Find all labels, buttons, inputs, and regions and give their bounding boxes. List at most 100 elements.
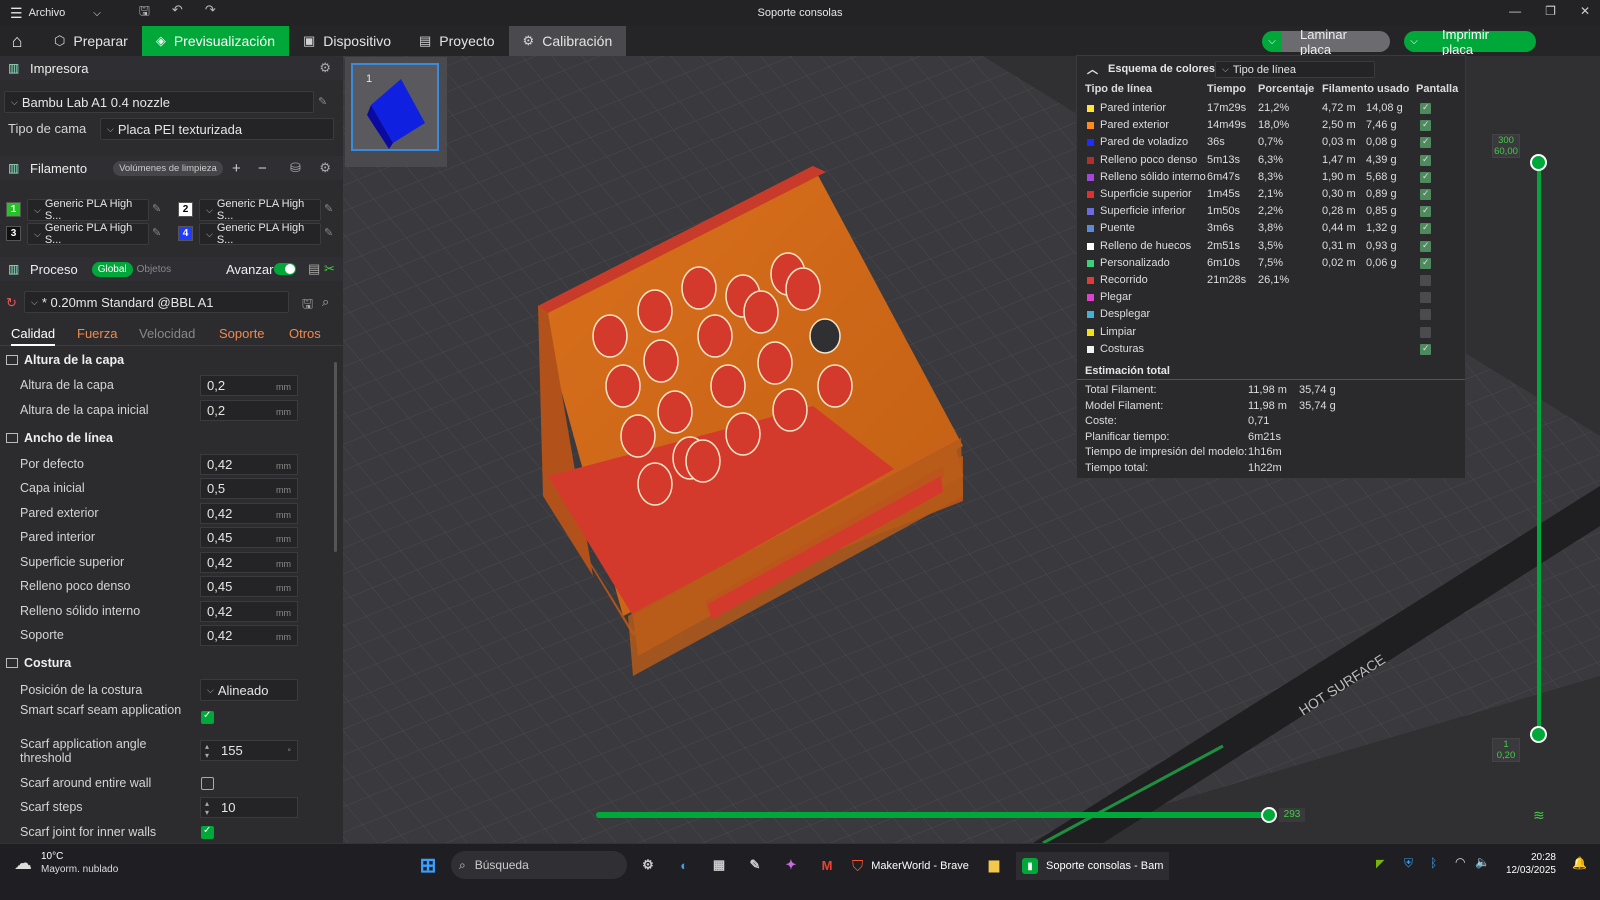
slice-plate-button[interactable]: ⌵ Laminar placa	[1262, 27, 1390, 57]
move-slider-thumb[interactable]	[1261, 807, 1277, 823]
filament-slot-select[interactable]: ⌵ Generic PLA High S...	[27, 222, 149, 246]
setting-input[interactable]: 0,42 mm	[200, 625, 298, 646]
line-type-visibility-checkbox[interactable]	[1420, 136, 1431, 149]
tab-project[interactable]: ▤ Proyecto	[405, 26, 509, 56]
smart-scarf-checkbox[interactable]	[201, 710, 214, 724]
line-type-visibility-checkbox[interactable]	[1420, 222, 1431, 235]
setting-input[interactable]: 0,45 mm	[200, 527, 298, 548]
chevron-down-icon[interactable]: ⌵	[1262, 31, 1282, 52]
filament-slot-select[interactable]: ⌵ Generic PLA High S...	[27, 198, 149, 222]
collapse-icon[interactable]: ︿	[1087, 61, 1098, 77]
settings-icon[interactable]: ⚙	[319, 60, 331, 76]
remove-icon[interactable]: −	[258, 160, 267, 177]
setting-input[interactable]: 0,42 mm	[200, 453, 298, 475]
filament-slot-color[interactable]: 4	[178, 226, 193, 241]
close-button[interactable]: ✕	[1580, 4, 1590, 18]
process-preset-select[interactable]: ⌵ * 0.20mm Standard @BBL A1	[24, 291, 289, 313]
print-plate-button[interactable]: ⌵ Imprimir placa	[1404, 27, 1536, 57]
tab-support[interactable]: Soporte	[219, 322, 265, 341]
line-type-visibility-checkbox[interactable]	[1420, 257, 1431, 269]
scissor-icon[interactable]: ✂	[324, 261, 335, 277]
file-menu[interactable]: ☰ Archivo ⌵	[0, 5, 101, 22]
filament-slot-color[interactable]: 1	[6, 202, 21, 217]
tab-preview[interactable]: ◈ Previsualización	[141, 26, 289, 56]
taskbar-app-bambu[interactable]: ▮ Soporte consolas - Bam	[1016, 852, 1170, 880]
redo-icon[interactable]: ↷	[205, 2, 216, 24]
line-type-visibility-checkbox[interactable]	[1420, 240, 1431, 252]
nvidia-icon[interactable]: ◤	[1376, 857, 1384, 870]
scarf-angle-input[interactable]: ▴ ▾ 155 °	[200, 740, 298, 761]
taskbar-app-brave[interactable]: ⛉ MakerWorld - Brave	[852, 852, 969, 880]
save-preset-icon[interactable]: 🖫	[302, 295, 313, 317]
layers-toggle-icon[interactable]: ≋	[1533, 807, 1545, 824]
filament-slot-color[interactable]: 2	[178, 202, 193, 217]
setting-input[interactable]: 0,45 mm	[200, 576, 298, 597]
bluetooth-icon[interactable]: ᛒ	[1430, 856, 1437, 870]
layer-slider-bottom-thumb[interactable]	[1530, 726, 1547, 743]
volume-icon[interactable]: 🔈	[1475, 855, 1490, 869]
tab-speed[interactable]: Velocidad	[139, 322, 195, 341]
line-type-visibility-checkbox[interactable]	[1420, 188, 1431, 200]
edge-browser-icon[interactable]: ◐	[673, 854, 695, 876]
stepper-icon[interactable]: ▴ ▾	[205, 742, 209, 760]
global-toggle[interactable]: Global	[91, 261, 133, 277]
scarf-inner-walls-checkbox[interactable]	[201, 825, 214, 839]
ams-icon[interactable]: ⛁	[290, 160, 301, 176]
gmail-icon[interactable]: M	[816, 854, 838, 876]
start-button[interactable]: ⊞	[417, 854, 439, 877]
setting-input[interactable]: 0,5 mm	[200, 478, 298, 499]
printer-select[interactable]: ⌵ Bambu Lab A1 0.4 nozzle	[4, 91, 314, 113]
calculator-icon[interactable]: ▦	[708, 854, 730, 876]
notepad-icon[interactable]: ✎	[744, 854, 766, 876]
file-explorer-icon[interactable]: ▆	[983, 854, 1005, 876]
scarf-steps-input[interactable]: ▴ ▾ 10	[200, 797, 298, 818]
move-slider-track[interactable]	[596, 812, 1268, 818]
setting-input[interactable]: 0,42 mm	[200, 600, 298, 622]
search-box[interactable]: ⌕ Búsqueda	[451, 851, 627, 879]
setting-input[interactable]: 0,42 mm	[200, 551, 298, 573]
bed-type-select[interactable]: ⌵ Placa PEI texturizada	[100, 118, 334, 140]
copilot-icon[interactable]: ✦	[780, 854, 802, 876]
filament-slot-color[interactable]: 3	[6, 226, 21, 241]
weather-icon[interactable]: ☁	[14, 853, 32, 874]
edit-icon[interactable]: ✎	[324, 226, 333, 239]
advanced-switch[interactable]	[274, 263, 296, 275]
edit-icon[interactable]: ✎	[318, 95, 327, 108]
defender-icon[interactable]: ⛨	[1404, 856, 1413, 871]
chevron-down-icon[interactable]: ⌵	[1404, 31, 1424, 52]
stepper-icon[interactable]: ▴ ▾	[205, 799, 209, 817]
layer-slider-track[interactable]	[1537, 163, 1541, 735]
line-type-visibility-checkbox[interactable]	[1420, 343, 1431, 355]
add-icon[interactable]: +	[232, 160, 241, 177]
maximize-button[interactable]: ❐	[1545, 4, 1556, 18]
tab-calibration[interactable]: ⚙ Calibración	[508, 26, 627, 56]
reset-icon[interactable]: ↻	[6, 295, 17, 311]
notification-icon[interactable]: 🔔	[1572, 856, 1587, 870]
plate-thumbnail[interactable]: 1	[351, 63, 439, 151]
settings-icon[interactable]: ⚙	[319, 160, 331, 176]
layer-slider-top-thumb[interactable]	[1530, 154, 1547, 171]
line-type-visibility-checkbox[interactable]	[1420, 292, 1431, 304]
minimize-button[interactable]: —	[1509, 4, 1521, 18]
objects-toggle[interactable]: Objetos	[137, 264, 171, 275]
line-type-visibility-checkbox[interactable]	[1420, 102, 1431, 114]
scarf-entire-wall-checkbox[interactable]	[201, 777, 214, 790]
edit-icon[interactable]: ✎	[152, 202, 161, 215]
settings-app-icon[interactable]: ⚙	[637, 854, 659, 876]
line-type-visibility-checkbox[interactable]	[1420, 171, 1431, 183]
search-icon[interactable]: ⌕	[322, 294, 329, 310]
line-type-visibility-checkbox[interactable]	[1420, 119, 1431, 132]
tab-strength[interactable]: Fuerza	[77, 322, 117, 341]
line-type-visibility-checkbox[interactable]	[1420, 326, 1431, 338]
tab-prepare[interactable]: ⬡ Preparar	[34, 26, 142, 56]
wifi-icon[interactable]: ◠	[1455, 855, 1465, 869]
tab-others[interactable]: Otros	[289, 322, 321, 341]
tab-quality[interactable]: Calidad	[11, 322, 56, 346]
seam-position-select[interactable]: ⌵ Alineado	[200, 679, 298, 701]
tab-device[interactable]: ▣ Dispositivo	[289, 26, 405, 56]
setting-input[interactable]: 0,42 mm	[200, 502, 298, 524]
filament-slot-select[interactable]: ⌵ Generic PLA High S...	[199, 222, 321, 246]
line-type-visibility-checkbox[interactable]	[1420, 309, 1431, 321]
compare-icon[interactable]: ▤	[308, 261, 320, 277]
undo-icon[interactable]: ↶	[172, 2, 183, 24]
